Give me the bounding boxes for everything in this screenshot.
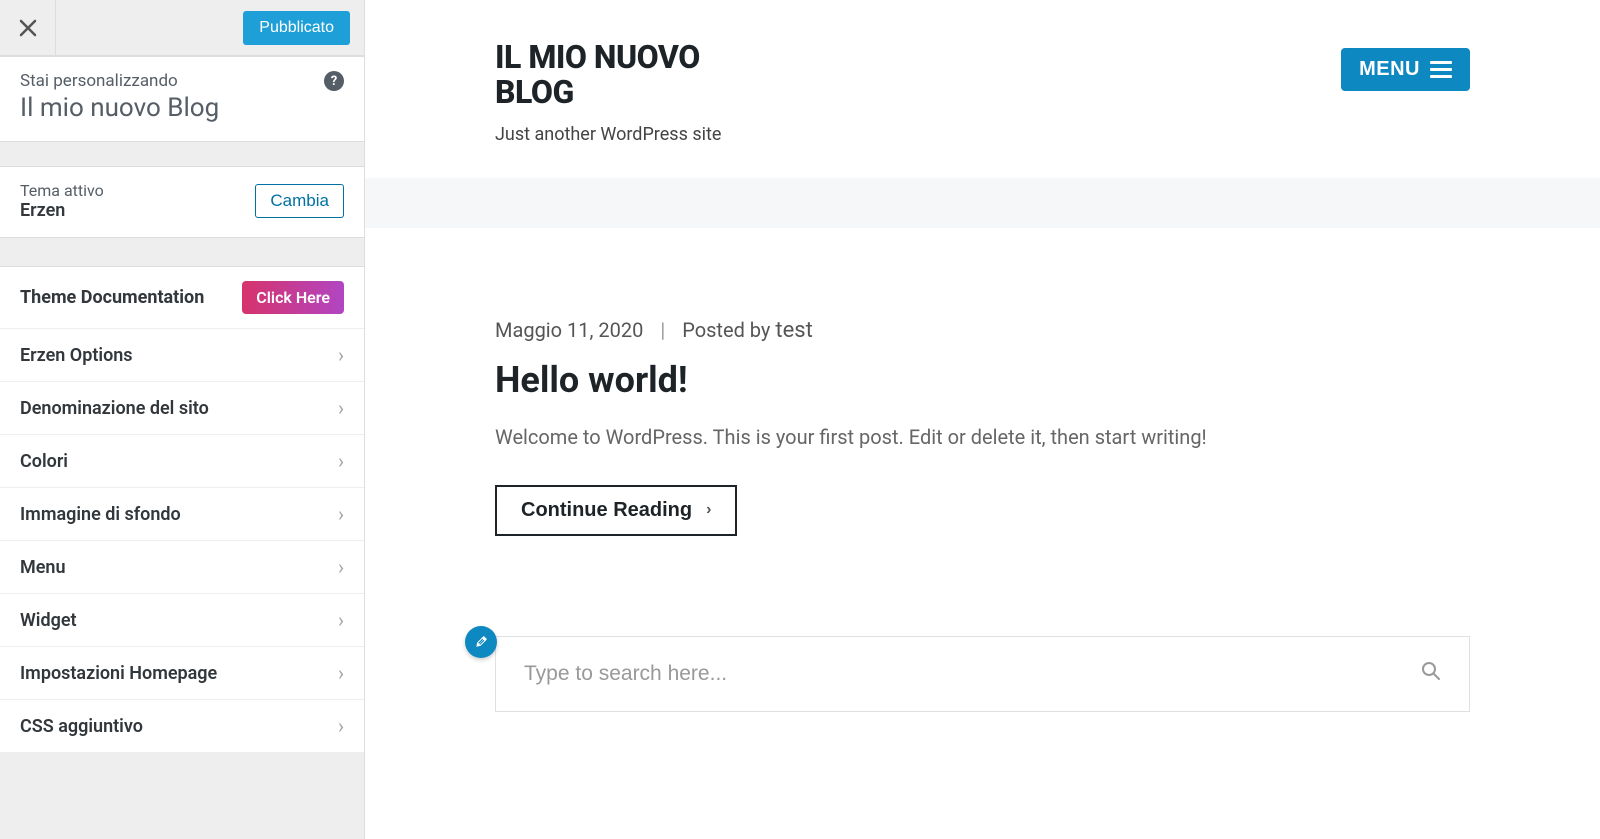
section-additional-css[interactable]: CSS aggiuntivo › <box>0 700 364 753</box>
post: Maggio 11, 2020 | Posted by test Hello w… <box>365 228 1600 566</box>
site-preview: IL MIO NUOVO BLOG Just another WordPress… <box>365 0 1600 839</box>
site-header: IL MIO NUOVO BLOG Just another WordPress… <box>365 0 1600 178</box>
section-label: Colori <box>20 451 68 472</box>
section-label: Denominazione del sito <box>20 398 209 419</box>
help-icon[interactable]: ? <box>324 71 344 91</box>
chevron-right-icon: › <box>338 396 344 420</box>
active-theme-label: Tema attivo <box>20 181 104 200</box>
active-theme-name: Erzen <box>20 200 104 221</box>
customizer-header-panel: Stai personalizzando Il mio nuovo Blog ? <box>0 56 364 142</box>
pencil-icon <box>474 634 489 649</box>
section-label: Widget <box>20 610 77 631</box>
customizer-sections: Theme Documentation Click Here Erzen Opt… <box>0 266 364 753</box>
chevron-right-icon: › <box>706 501 711 519</box>
publish-button[interactable]: Pubblicato <box>243 11 350 45</box>
continue-reading-label: Continue Reading <box>521 499 692 522</box>
chevron-right-icon: › <box>338 714 344 738</box>
meta-separator: | <box>660 318 665 342</box>
close-icon <box>19 19 37 37</box>
chevron-right-icon: › <box>338 661 344 685</box>
chevron-right-icon: › <box>338 608 344 632</box>
section-menu[interactable]: Menu › <box>0 541 364 594</box>
active-theme-panel: Tema attivo Erzen Cambia <box>0 166 364 238</box>
section-label: Erzen Options <box>20 345 133 366</box>
section-label: CSS aggiuntivo <box>20 716 143 737</box>
continue-reading-button[interactable]: Continue Reading › <box>495 485 737 536</box>
section-label: Menu <box>20 557 66 578</box>
chevron-right-icon: › <box>338 555 344 579</box>
close-button[interactable] <box>0 0 56 56</box>
post-excerpt: Welcome to WordPress. This is your first… <box>495 425 1470 449</box>
widget-area <box>365 566 1600 772</box>
post-title[interactable]: Hello world! <box>495 359 1470 401</box>
site-title[interactable]: IL MIO NUOVO BLOG <box>495 40 735 110</box>
section-label: Immagine di sfondo <box>20 504 181 525</box>
post-meta: Maggio 11, 2020 | Posted by test <box>495 318 1470 343</box>
hamburger-icon <box>1430 61 1452 78</box>
menu-label: MENU <box>1359 58 1420 81</box>
section-colors[interactable]: Colori › <box>0 435 364 488</box>
change-theme-button[interactable]: Cambia <box>255 184 344 218</box>
content-divider <box>365 178 1600 228</box>
chevron-right-icon: › <box>338 449 344 473</box>
site-name-label: Il mio nuovo Blog <box>20 93 344 123</box>
chevron-right-icon: › <box>338 502 344 526</box>
section-homepage-settings[interactable]: Impostazioni Homepage › <box>0 647 364 700</box>
customizer-sidebar: Pubblicato Stai personalizzando Il mio n… <box>0 0 365 839</box>
menu-toggle-button[interactable]: MENU <box>1341 48 1470 91</box>
search-widget <box>495 636 1470 712</box>
customizer-actions: Pubblicato <box>0 0 364 56</box>
section-widget[interactable]: Widget › <box>0 594 364 647</box>
section-label: Theme Documentation <box>20 287 204 308</box>
section-erzen-options[interactable]: Erzen Options › <box>0 329 364 382</box>
section-theme-documentation[interactable]: Theme Documentation Click Here <box>0 267 364 329</box>
search-icon[interactable] <box>1421 661 1441 687</box>
site-tagline: Just another WordPress site <box>495 122 735 147</box>
customizing-label: Stai personalizzando <box>20 71 344 91</box>
doc-click-here-button[interactable]: Click Here <box>242 281 344 314</box>
post-author-name[interactable]: test <box>775 318 812 343</box>
post-date: Maggio 11, 2020 <box>495 318 643 342</box>
chevron-right-icon: › <box>338 343 344 367</box>
section-site-identity[interactable]: Denominazione del sito › <box>0 382 364 435</box>
posted-by-label: Posted by <box>682 318 770 342</box>
section-label: Impostazioni Homepage <box>20 663 217 684</box>
edit-shortcut-button[interactable] <box>465 626 497 658</box>
site-branding: IL MIO NUOVO BLOG Just another WordPress… <box>495 40 735 148</box>
search-input[interactable] <box>524 662 1421 686</box>
section-background-image[interactable]: Immagine di sfondo › <box>0 488 364 541</box>
